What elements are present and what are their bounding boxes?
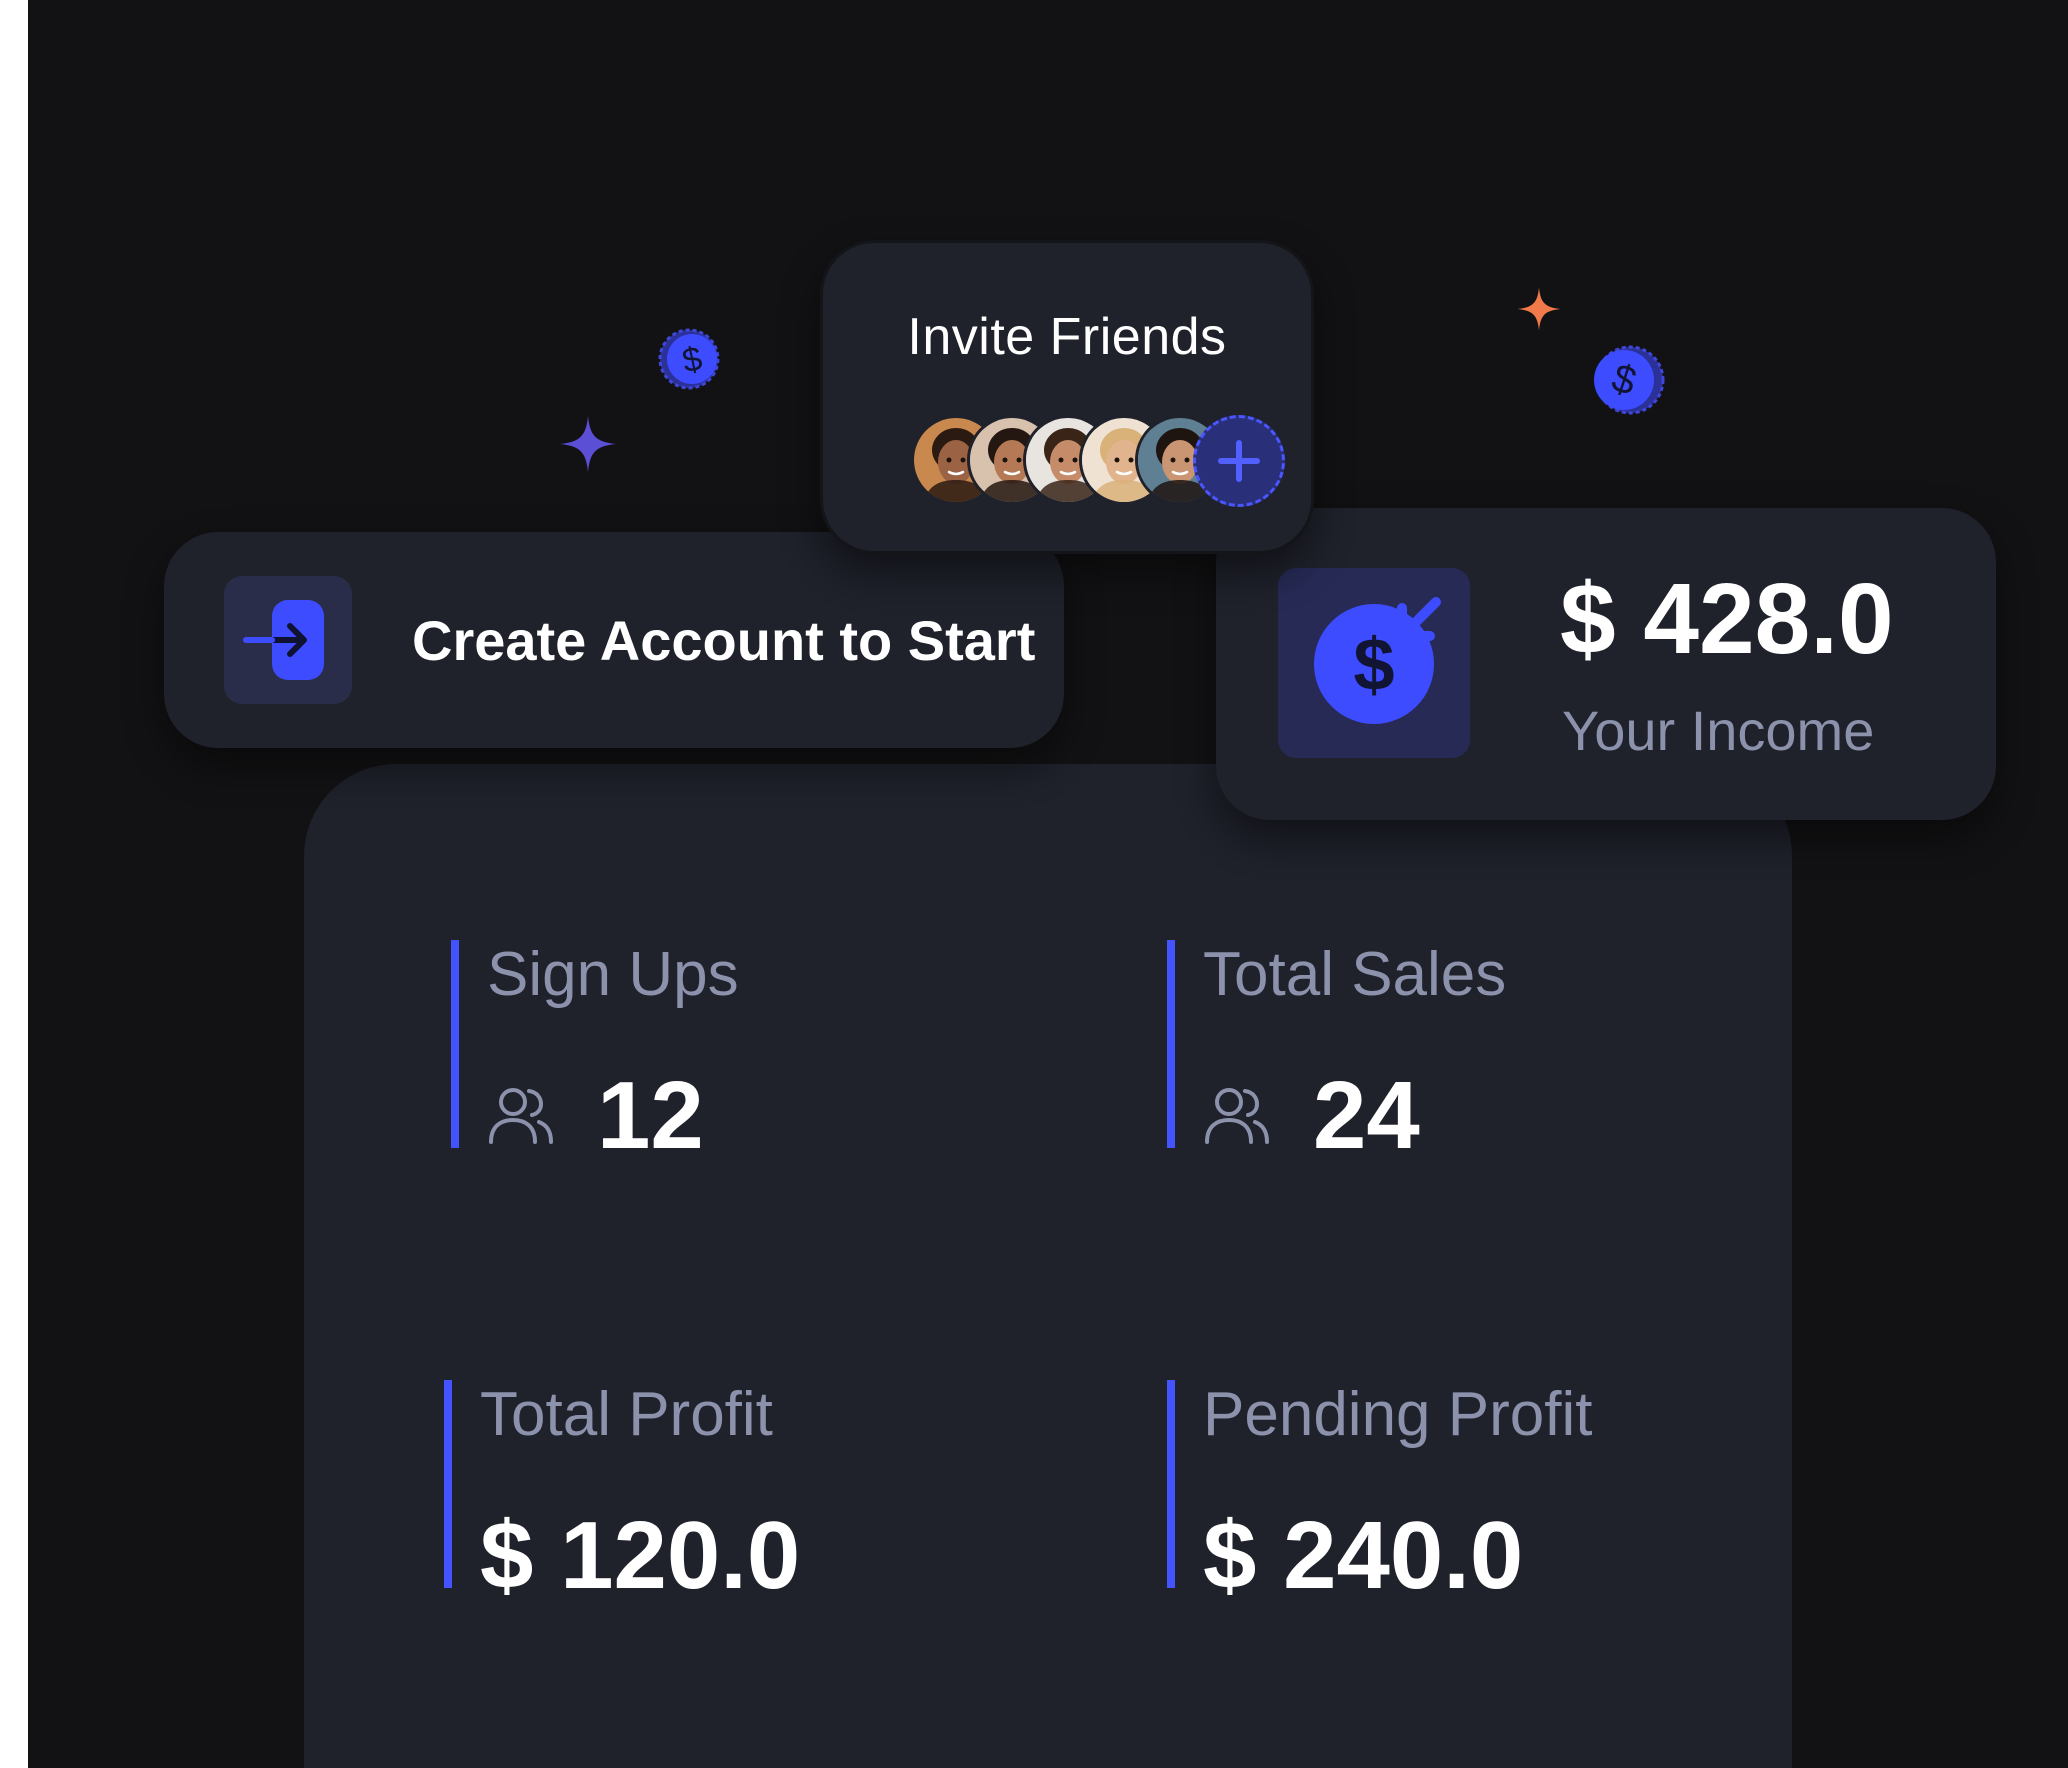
users-icon: [1205, 1088, 1269, 1144]
dollar-coin-icon: $: [1594, 345, 1665, 415]
plus-icon: [1218, 440, 1260, 482]
sparkle-icon: [1517, 287, 1561, 331]
stat-label: Sign Ups: [487, 940, 739, 1009]
stat-label: Total Profit: [480, 1380, 773, 1449]
invite-friends-title: Invite Friends: [907, 308, 1227, 366]
login-arrow-icon: [243, 600, 324, 680]
canvas: $ $ Sign Ups 12 Total Sales 24 Total Pro…: [28, 0, 2068, 1768]
stat-pending-profit: Pending Profit $ 240.0: [1167, 1380, 1593, 1606]
income-card: $ $ 428.0 Your Income: [1216, 508, 1996, 820]
stat-total-sales: Total Sales 24: [1167, 940, 1507, 1166]
income-label: Your Income: [1562, 699, 1875, 762]
stat-sign-ups: Sign Ups 12: [451, 940, 739, 1166]
dollar-coin-icon: $: [658, 328, 720, 390]
stat-total-profit: Total Profit $ 120.0: [444, 1380, 800, 1606]
stat-value: 24: [1313, 1062, 1420, 1169]
svg-text:$: $: [1353, 623, 1394, 706]
income-icon-box: $: [1278, 568, 1470, 758]
income-amount: $ 428.0: [1560, 563, 1894, 675]
login-icon-box: [224, 576, 352, 704]
stat-value: $ 240.0: [1203, 1502, 1524, 1609]
stat-value: $ 120.0: [480, 1502, 801, 1609]
create-account-label: Create Account to Start: [412, 609, 1036, 672]
stat-label: Total Sales: [1203, 940, 1507, 1009]
sparkle-icon: [560, 416, 616, 472]
add-friend-button[interactable]: [1193, 415, 1285, 507]
users-icon: [489, 1088, 553, 1144]
friend-avatars: [911, 415, 1291, 507]
stat-label: Pending Profit: [1203, 1380, 1593, 1449]
stat-value: 12: [597, 1062, 704, 1169]
create-account-button[interactable]: Create Account to Start: [164, 532, 1064, 748]
invite-friends-card: Invite Friends: [820, 240, 1314, 554]
stats-panel: [304, 764, 1792, 1768]
dollar-coin-incoming-icon: $: [1314, 597, 1441, 724]
